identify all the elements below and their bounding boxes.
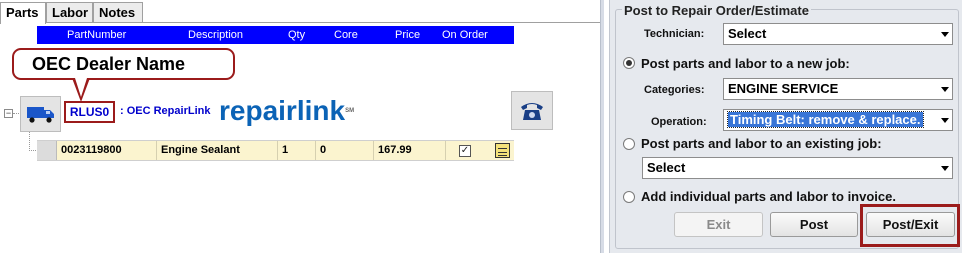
post-exit-button[interactable]: Post/Exit xyxy=(866,212,955,237)
delivery-truck-icon[interactable] xyxy=(20,96,61,132)
radio-individual[interactable] xyxy=(623,191,635,203)
categories-dropdown[interactable]: ENGINE SERVICE xyxy=(723,78,953,100)
phone-icon[interactable] xyxy=(511,91,553,130)
post-button[interactable]: Post xyxy=(770,212,858,237)
categories-label: Categories: xyxy=(644,84,705,96)
tab-notes[interactable]: Notes xyxy=(93,2,143,23)
exit-button[interactable]: Exit xyxy=(674,212,763,237)
chevron-down-icon xyxy=(941,32,949,37)
radio-existing-job-label[interactable]: Post parts and labor to an existing job: xyxy=(641,136,882,151)
part-row[interactable]: 0023119800 Engine Sealant 1 0 167.99 ✓ xyxy=(37,140,514,161)
dealer-code[interactable]: RLUS0 xyxy=(64,101,115,123)
post-group-title: Post to Repair Order/Estimate xyxy=(622,3,811,18)
splitter[interactable] xyxy=(600,0,604,253)
radio-new-job-label[interactable]: Post parts and labor to a new job: xyxy=(641,56,850,71)
radio-new-job[interactable] xyxy=(623,57,635,69)
repairlink-logo: repairlinkSM xyxy=(219,95,355,127)
technician-dropdown[interactable]: Select xyxy=(723,23,953,45)
tab-labor[interactable]: Labor xyxy=(46,2,93,23)
dealer-name: : OEC RepairLink xyxy=(120,105,211,117)
chevron-down-icon xyxy=(941,166,949,171)
col-on-order[interactable]: On Order xyxy=(442,29,488,41)
tree-collapse-toggle[interactable]: − xyxy=(4,109,13,118)
operation-label: Operation: xyxy=(651,116,707,128)
tab-parts[interactable]: Parts xyxy=(0,2,46,24)
operation-dropdown[interactable]: Timing Belt: remove & replace. xyxy=(723,109,953,131)
on-order-checkbox[interactable]: ✓ xyxy=(459,145,471,157)
technician-label: Technician: xyxy=(644,28,705,40)
note-icon[interactable] xyxy=(495,143,510,158)
part-number: 0023119800 xyxy=(57,141,157,160)
radio-individual-label[interactable]: Add individual parts and labor to invoic… xyxy=(641,189,896,204)
col-core[interactable]: Core xyxy=(334,29,358,41)
radio-existing-job[interactable] xyxy=(623,138,635,150)
chevron-down-icon xyxy=(941,87,949,92)
callout-dealer-name: OEC Dealer Name xyxy=(12,48,235,80)
part-description: Engine Sealant xyxy=(157,141,278,160)
existing-job-dropdown[interactable]: Select xyxy=(642,157,953,179)
chevron-down-icon xyxy=(941,118,949,123)
parts-panel: Parts Labor Notes PartNumber Description… xyxy=(0,0,604,253)
part-qty: 1 xyxy=(278,141,316,160)
row-selector[interactable] xyxy=(37,141,57,160)
part-price: 167.99 xyxy=(374,141,446,160)
post-panel: Post to Repair Order/Estimate Technician… xyxy=(609,0,962,253)
col-qty[interactable]: Qty xyxy=(288,29,305,41)
col-description[interactable]: Description xyxy=(188,29,243,41)
part-core: 0 xyxy=(316,141,374,160)
col-partnumber[interactable]: PartNumber xyxy=(67,29,126,41)
col-price[interactable]: Price xyxy=(395,29,420,41)
grid-header: PartNumber Description Qty Core Price On… xyxy=(37,26,514,44)
